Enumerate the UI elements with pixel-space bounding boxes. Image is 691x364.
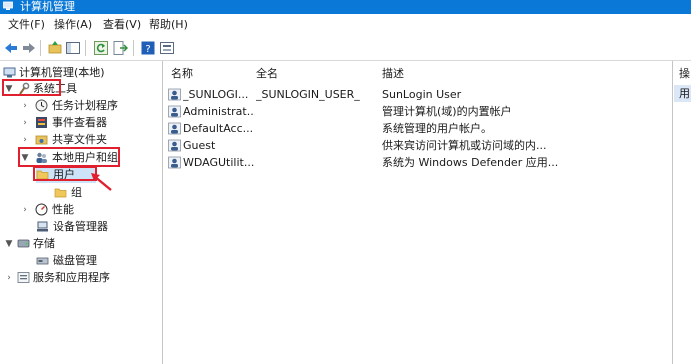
tree-item-storage[interactable]: ▼ 存储 — [4, 236, 161, 252]
menu-file[interactable]: 文件(F) — [8, 18, 45, 31]
chevron-right-icon[interactable]: › — [20, 115, 30, 131]
annotation-arrow-icon — [91, 173, 112, 191]
tree-item-label: 任务计划程序 — [52, 99, 118, 112]
help-icon[interactable]: ? — [140, 40, 156, 56]
user-description-cell: 供来宾访问计算机或访问域的内... — [382, 139, 547, 152]
table-row[interactable]: DefaultAcc... 系统管理的用户帐户。 — [168, 120, 668, 137]
computer-management-icon — [3, 67, 16, 78]
tree-item-event-viewer[interactable]: › 事件查看器 — [20, 115, 161, 131]
user-name-cell: Administrat... — [183, 105, 255, 118]
column-header-name[interactable]: 名称 — [171, 67, 193, 81]
svg-text:?: ? — [145, 44, 150, 55]
table-row[interactable]: WDAGUtilit... 系统为 Windows Defender 应用... — [168, 154, 668, 171]
menu-bar: 文件(F) 操作(A) 查看(V) 帮助(H) — [0, 14, 691, 35]
folder-icon — [54, 188, 67, 198]
forward-arrow-icon[interactable] — [21, 40, 37, 56]
table-row[interactable]: _SUNLOGI... _SUNLOGIN_USER_ SunLogin Use… — [168, 86, 668, 103]
services-icon — [17, 272, 30, 283]
table-row[interactable]: Administrat... 管理计算机(域)的内置帐户 — [168, 103, 668, 120]
chevron-down-icon[interactable]: ▼ — [4, 236, 14, 252]
window-title: 计算机管理 — [20, 0, 75, 13]
chevron-right-icon[interactable]: › — [20, 202, 30, 218]
user-icon — [168, 88, 181, 101]
show-hide-tree-icon[interactable] — [65, 40, 81, 56]
refresh-icon[interactable] — [93, 40, 109, 56]
performance-icon — [35, 203, 48, 216]
chevron-right-icon[interactable]: › — [4, 270, 14, 286]
user-list: 名称 全名 描述 _SUNLOGI... _SUNLOGIN_USER_ Sun… — [163, 61, 671, 364]
tree-item-services-apps[interactable]: › 服务和应用程序 — [4, 270, 161, 286]
tree-item-disk-management[interactable]: 磁盘管理 — [36, 253, 161, 269]
user-icon — [168, 105, 181, 118]
shared-folder-icon — [35, 135, 48, 145]
back-arrow-icon[interactable] — [3, 40, 19, 56]
actions-header: 操 — [679, 67, 690, 80]
tree-item-label: 存储 — [33, 237, 55, 250]
tree-item-label: 磁盘管理 — [53, 254, 97, 267]
user-description-cell: 系统管理的用户帐户。 — [382, 122, 492, 135]
event-viewer-icon — [36, 117, 47, 128]
storage-icon — [17, 239, 30, 248]
user-icon — [168, 156, 181, 169]
annotation-box-local-users-groups — [18, 147, 120, 167]
tree-item-shared-folders[interactable]: › 共享文件夹 — [20, 132, 161, 148]
properties-icon[interactable] — [159, 40, 175, 56]
menu-action[interactable]: 操作(A) — [54, 18, 92, 31]
toolbar: ? — [0, 35, 691, 61]
navigation-tree: 计算机管理(本地) ▼ 系统工具 › 任务计划程序 › 事件查看器 › 共享文件… — [0, 61, 163, 364]
toolbar-separator — [133, 40, 134, 56]
column-header-full-name[interactable]: 全名 — [256, 67, 278, 81]
annotation-box-system-tools — [2, 79, 61, 96]
tree-item-device-manager[interactable]: 设备管理器 — [36, 219, 161, 235]
toolbar-separator — [40, 40, 41, 56]
computer-management-icon — [3, 1, 13, 10]
menu-help[interactable]: 帮助(H) — [149, 18, 188, 31]
user-description-cell: 管理计算机(域)的内置帐户 — [382, 105, 512, 118]
disk-icon — [36, 257, 49, 265]
actions-pane: 操 用 — [672, 61, 691, 364]
export-list-icon[interactable] — [112, 40, 128, 56]
column-header-description[interactable]: 描述 — [382, 67, 404, 81]
tree-item-label: 共享文件夹 — [52, 133, 107, 146]
tree-item-label: 组 — [71, 186, 82, 199]
tree-item-label: 事件查看器 — [52, 116, 107, 129]
tree-item-label: 性能 — [52, 203, 74, 216]
user-icon — [168, 139, 181, 152]
user-description-cell: SunLogin User — [382, 88, 462, 101]
table-row[interactable]: Guest 供来宾访问计算机或访问域的内... — [168, 137, 668, 154]
menu-view[interactable]: 查看(V) — [103, 18, 141, 31]
user-name-cell: Guest — [183, 139, 216, 152]
user-name-cell: DefaultAcc... — [183, 122, 254, 135]
toolbar-separator — [85, 40, 86, 56]
chevron-right-icon[interactable]: › — [20, 132, 30, 148]
user-description-cell: 系统为 Windows Defender 应用... — [382, 156, 559, 169]
tree-item-task-scheduler[interactable]: › 任务计划程序 — [20, 98, 161, 114]
actions-item-users[interactable]: 用 — [674, 85, 691, 102]
tree-item-performance[interactable]: › 性能 — [20, 202, 161, 218]
tree-item-label: 设备管理器 — [53, 220, 108, 233]
title-bar: 计算机管理 — [0, 0, 691, 14]
tree-item-label: 服务和应用程序 — [33, 271, 110, 284]
device-manager-icon — [37, 221, 48, 232]
user-name-cell: WDAGUtilit... — [183, 156, 255, 169]
user-name-cell: _SUNLOGI... — [183, 88, 249, 101]
chevron-right-icon[interactable]: › — [20, 98, 30, 114]
clock-icon — [35, 99, 48, 112]
up-folder-icon[interactable] — [47, 40, 63, 56]
user-fullname-cell: _SUNLOGIN_USER_ — [256, 88, 360, 101]
user-icon — [168, 122, 181, 135]
